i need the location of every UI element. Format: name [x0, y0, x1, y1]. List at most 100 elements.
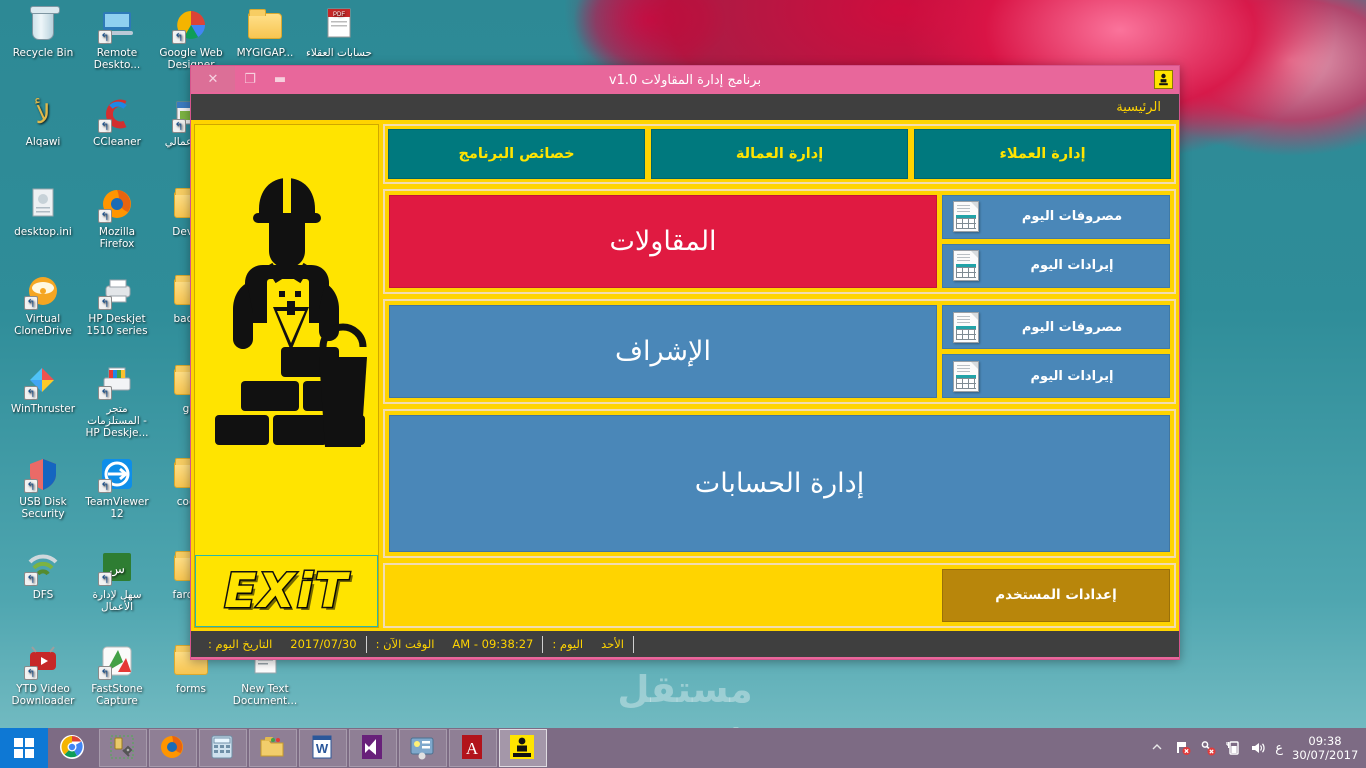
desktop-icon-faststone-capture-icon[interactable]: ↰ FastStone Capture — [80, 642, 154, 707]
window-titlebar[interactable]: ✕ ❐ ▬ برنامج إدارة المقاولات v1.0 — [191, 66, 1179, 94]
labor-management-button[interactable]: إدارة العمالة — [651, 129, 908, 179]
maximize-icon[interactable]: ❐ — [235, 66, 265, 92]
taskbar-item-firefox[interactable] — [149, 729, 197, 767]
volume-icon[interactable] — [1250, 740, 1266, 756]
virtual-clonedrive-icon: ↰ — [24, 272, 62, 310]
shortcut-overlay-icon: ↰ — [98, 572, 112, 586]
taskbar-item-chrome[interactable] — [49, 729, 97, 767]
clients-management-button[interactable]: إدارة العملاء — [914, 129, 1171, 179]
program-settings-button[interactable]: خصائص البرنامج — [388, 129, 645, 179]
desktop-icon-teamviewer-icon[interactable]: ↰ TeamViewer 12 — [80, 455, 154, 520]
show-hidden-icons-icon[interactable] — [1150, 740, 1166, 756]
taskbar-item-control-panel[interactable] — [399, 729, 447, 767]
taskbar: WA ع 09:38 30/07/2017 — [0, 728, 1366, 768]
folder-icon — [259, 734, 287, 762]
window-controls: ✕ ❐ ▬ — [191, 66, 295, 94]
supervision-panel[interactable]: الإشراف — [389, 304, 937, 399]
desktop-icon-ini-file-icon[interactable]: desktop.ini — [6, 185, 80, 238]
accounts-section: إدارة الحسابات — [383, 409, 1176, 558]
taskbar-item-word[interactable]: W — [299, 729, 347, 767]
winthruster-icon: ↰ — [24, 362, 62, 400]
supervision-section: مصروفات اليوم إيرادات اليوم الإشراف — [383, 298, 1176, 405]
accounts-management-panel[interactable]: إدارة الحسابات — [389, 415, 1170, 552]
taskbar-item-adobe-reader[interactable]: A — [449, 729, 497, 767]
supervision-today-revenues-button[interactable]: إيرادات اليوم — [942, 354, 1170, 399]
taskbar-clock[interactable]: 09:38 30/07/2017 — [1292, 734, 1358, 762]
desktop-icon-label: WinThruster — [10, 403, 76, 415]
desktop-icon-ytd-video-downloader-icon[interactable]: ↰ YTD Video Downloader — [6, 642, 80, 707]
contracting-today-revenues-button[interactable]: إيرادات اليوم — [942, 243, 1170, 288]
desktop-icon-winthruster-icon[interactable]: ↰ WinThruster — [6, 362, 80, 415]
desktop-icon-label: New Text Document... — [232, 683, 298, 707]
system-tray: ع 09:38 30/07/2017 — [1150, 728, 1366, 768]
desktop-icon-hp-printer-icon[interactable]: ↰ HP Deskjet 1510 series — [80, 272, 154, 337]
taskbar-item-dev-tool[interactable] — [99, 729, 147, 767]
shortcut-overlay-icon: ↰ — [98, 386, 112, 400]
taskbar-item-visual-studio[interactable] — [349, 729, 397, 767]
shortcut-overlay-icon: ↰ — [24, 296, 38, 310]
status-date-value: 2017/07/30 — [290, 637, 357, 651]
adobe-reader-icon: A — [459, 734, 487, 762]
contracting-today-expenses-button[interactable]: مصروفات اليوم — [942, 194, 1170, 239]
desktop-icon-usb-disk-security-icon[interactable]: ↰ USB Disk Security — [6, 455, 80, 520]
desktop-icon-label: CCleaner — [93, 136, 141, 148]
desktop-icon-remote-desktop-icon[interactable]: ↰ Remote Deskto... — [80, 6, 154, 71]
status-day-value: الأحد — [601, 637, 624, 651]
main-content-column: إدارة العملاء إدارة العمالة خصائص البرنا… — [383, 124, 1176, 628]
sidebar: EXiT — [194, 124, 379, 628]
exit-button[interactable]: EXiT — [195, 555, 378, 627]
start-button[interactable] — [0, 728, 48, 768]
contracting-panel[interactable]: المقاولات — [389, 194, 937, 288]
app-window-icon — [1154, 70, 1173, 89]
desktop-icon-label: USB Disk Security — [19, 496, 67, 520]
desktop-icon-sahl-business-icon[interactable]: س ↰ سهل لإدارة الأعمال — [80, 548, 154, 613]
battery-icon[interactable] — [1225, 740, 1241, 756]
desktop-icon-label: HP Deskjet 1510 series — [86, 313, 148, 337]
shortcut-overlay-icon: ↰ — [24, 386, 38, 400]
shortcut-overlay-icon: ↰ — [98, 30, 112, 44]
desktop-icon-pdf-file-icon[interactable]: PDF حسابات العقلاء — [302, 6, 376, 59]
firefox-icon — [159, 734, 187, 762]
exit-label: EXiT — [223, 563, 349, 619]
shortcut-overlay-icon: ↰ — [98, 119, 112, 133]
status-time-value: 09:38:27 - AM — [452, 637, 534, 651]
status-separator — [633, 635, 634, 653]
network-error-icon[interactable] — [1175, 740, 1191, 756]
clock-time: 09:38 — [1308, 734, 1342, 748]
desktop-icon-label: DFS — [32, 589, 54, 601]
desktop-icon-dfs-icon[interactable]: ↰ DFS — [6, 548, 80, 601]
recycle-bin-icon — [24, 6, 62, 44]
chrome-icon — [59, 734, 87, 762]
desktop-icon-hp-store-icon[interactable]: ↰ متجر المستلزمات - HP Deskje... — [80, 362, 154, 439]
shortcut-overlay-icon: ↰ — [98, 479, 112, 493]
user-settings-button[interactable]: إعدادات المستخدم — [942, 568, 1170, 622]
security-alert-icon[interactable] — [1200, 740, 1216, 756]
desktop-icon-label: سهل لإدارة الأعمال — [92, 589, 142, 613]
supervision-today-expenses-button[interactable]: مصروفات اليوم — [942, 304, 1170, 350]
hp-store-icon: ↰ — [98, 362, 136, 400]
desktop-icon-recycle-bin-icon[interactable]: Recycle Bin — [6, 6, 80, 59]
menu-item-home[interactable]: الرئيسية — [1110, 100, 1167, 115]
desktop-icon-ccleaner-icon[interactable]: ↰ CCleaner — [80, 95, 154, 148]
taskbar-item-contracting-app[interactable] — [499, 729, 547, 767]
taskbar-item-calculator[interactable] — [199, 729, 247, 767]
desktop-icon-alqawi-icon[interactable]: ﻷ Alqawi — [6, 95, 80, 148]
desktop-icon-virtual-clonedrive-icon[interactable]: ↰ Virtual CloneDrive — [6, 272, 80, 337]
desktop-icon-label: Remote Deskto... — [93, 47, 141, 71]
language-indicator[interactable]: ع — [1275, 741, 1283, 756]
button-label: إيرادات اليوم — [1030, 368, 1114, 384]
report-document-icon — [953, 360, 979, 392]
close-icon[interactable]: ✕ — [191, 66, 235, 92]
status-date-label: التاريخ اليوم : — [208, 637, 273, 651]
window-statusbar: التاريخ اليوم : 2017/07/30 الوقت الآن : … — [191, 631, 1179, 657]
desktop-icon-folder-icon[interactable]: MYGIGAP... — [228, 6, 302, 59]
desktop-icon-firefox-icon[interactable]: ↰ Mozilla Firefox — [80, 185, 154, 250]
dev-tool-icon — [109, 734, 137, 762]
minimize-icon[interactable]: ▬ — [265, 66, 295, 92]
taskbar-item-file-explorer[interactable] — [249, 729, 297, 767]
top-buttons-row: إدارة العملاء إدارة العمالة خصائص البرنا… — [383, 124, 1176, 184]
desktop-icon-label: forms — [176, 683, 206, 695]
status-separator — [542, 635, 544, 653]
contracting-management-window: ✕ ❐ ▬ برنامج إدارة المقاولات v1.0 الرئيس… — [190, 65, 1180, 660]
desktop-icon-google-web-designer-icon[interactable]: ↰Google Web Designer — [154, 6, 228, 71]
